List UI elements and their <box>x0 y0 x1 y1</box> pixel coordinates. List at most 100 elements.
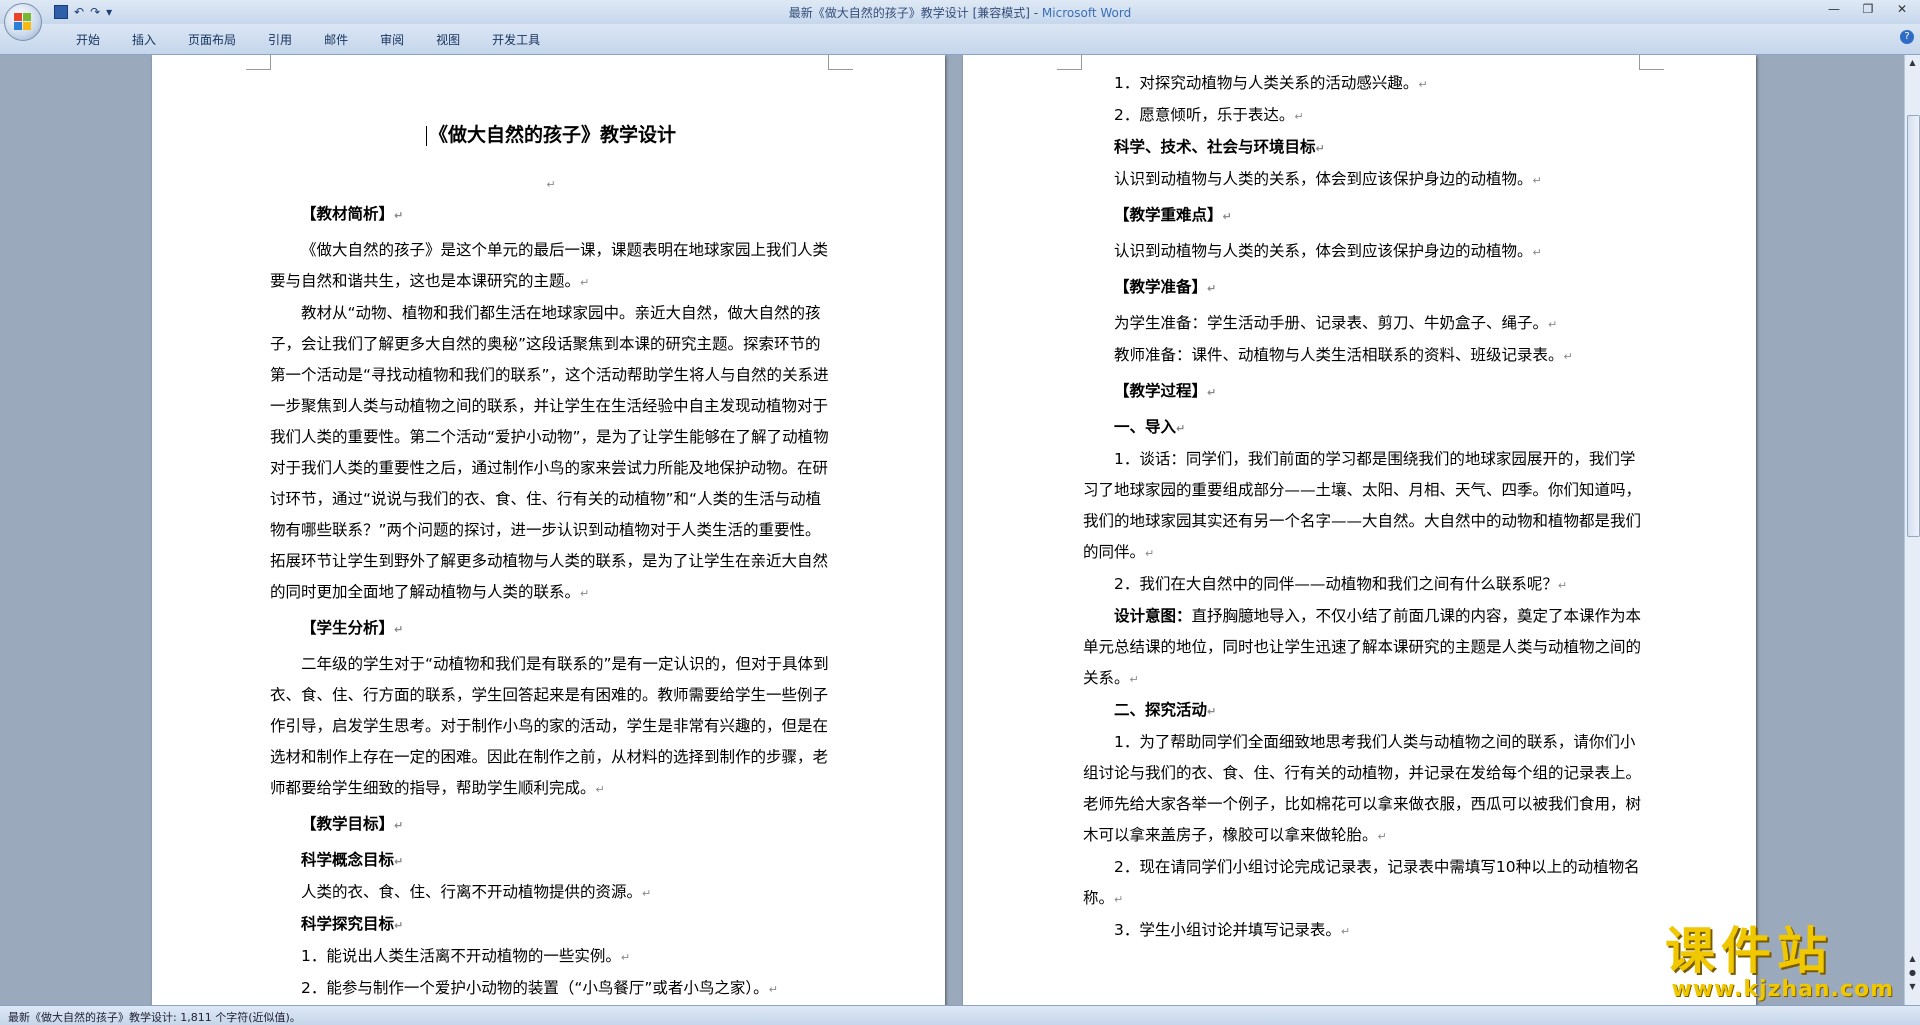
paragraph-text: 二、探究活动 <box>1114 701 1208 719</box>
paragraph-text: 认识到动植物与人类的关系，体会到应该保护身边的动植物。 <box>1114 242 1533 260</box>
paragraph-mark: ↵ <box>1207 386 1217 399</box>
office-button[interactable] <box>4 3 42 41</box>
paragraph: 1．谈话：同学们，我们前面的学习都是围绕我们的地球家园展开的，我们学习了地球家园… <box>1083 444 1645 569</box>
paragraph-text: 2．现在请同学们小组讨论完成记录表，记录表中需填写10种以上的动植物名称。 <box>1083 858 1640 907</box>
subsection-heading: 科学探究目标↵ <box>270 909 832 941</box>
scroll-thumb[interactable] <box>1907 115 1920 537</box>
paragraph-mark: ↵ <box>546 178 556 191</box>
paragraph-text: 人类的衣、食、住、行离不开动植物提供的资源。 <box>301 883 643 901</box>
paragraph: 为学生准备：学生活动手册、记录表、剪刀、牛奶盒子、绳子。↵ <box>1083 308 1645 340</box>
ribbon-tab[interactable]: 开发工具 <box>476 31 556 48</box>
paragraph: 2．愿意倾听，乐于表达。↵ <box>1083 100 1645 132</box>
paragraph-mark: ↵ <box>1557 579 1568 592</box>
paragraph: 教师准备：课件、动植物与人类生活相联系的资料、班级记录表。↵ <box>1083 340 1645 372</box>
ribbon-tabs: 开始 插入 页面布局 引用 邮件 审阅 视图 开发工具 <box>60 31 556 48</box>
blank-paragraph: ↵ <box>270 171 832 195</box>
vertical-scrollbar[interactable]: ▲ ▲ ● ▼ <box>1904 55 1920 1005</box>
ribbon-tab[interactable]: 邮件 <box>308 31 364 48</box>
paragraph-mark: ↵ <box>1563 350 1573 363</box>
ribbon-tab-bar: 开始 插入 页面布局 引用 邮件 审阅 视图 开发工具 ? <box>0 24 1920 55</box>
watermark-url: www.kjzhan.com <box>1671 977 1894 1002</box>
window-title-doc: 最新《做大自然的孩子》教学设计 [兼容模式] - <box>788 6 1042 20</box>
restore-button[interactable]: ❐ <box>1858 2 1878 16</box>
document-page-1[interactable]: 《做大自然的孩子》教学设计 ↵ 【教材简析】↵ 《做大自然的孩子》是这个单元的最后… <box>152 55 945 1005</box>
paragraph-mark: ↵ <box>394 855 404 868</box>
paragraph-mark: ↵ <box>1222 210 1232 223</box>
paragraph-text: 科学概念目标 <box>301 851 395 869</box>
document-title: 《做大自然的孩子》教学设计 <box>270 120 832 151</box>
window-controls: — ❐ ✕ <box>1824 2 1912 16</box>
design-intent-label: 设计意图： <box>1114 607 1192 625</box>
crop-mark <box>246 55 271 70</box>
section-heading: 【教学重难点】↵ <box>1083 200 1645 232</box>
paragraph-mark: ↵ <box>1114 893 1124 906</box>
paragraph: 2．能参与制作一个爱护小动物的装置（“小鸟餐厅”或者小鸟之家）。↵ <box>270 973 832 1005</box>
paragraph-text: 科学探究目标 <box>301 915 395 933</box>
close-button[interactable]: ✕ <box>1892 2 1912 16</box>
paragraph-mark: ↵ <box>580 587 590 600</box>
paragraph-text: 【教材简析】 <box>301 205 395 223</box>
status-bar: 最新《做大自然的孩子》教学设计: 1,811 个字符(近似值)。 <box>0 1006 1920 1025</box>
document-title-text: 《做大自然的孩子》教学设计 <box>428 124 676 146</box>
paragraph-mark: ↵ <box>1294 110 1304 123</box>
paragraph-text: 1．对探究动植物与人类关系的活动感兴趣。 <box>1114 74 1419 92</box>
paragraph: 《做大自然的孩子》是这个单元的最后一课，课题表明在地球家园上我们人类要与自然和谐… <box>270 235 832 298</box>
scroll-up-button[interactable]: ▲ <box>1907 57 1918 69</box>
paragraph-text: 教材从“动物、植物和我们都生活在地球家园中。亲近大自然，做大自然的孩子，会让我们… <box>270 304 829 601</box>
page-1-text: 《做大自然的孩子》教学设计 ↵ 【教材简析】↵ 《做大自然的孩子》是这个单元的最后… <box>270 110 832 1005</box>
paragraph-text: 【学生分析】 <box>301 619 395 637</box>
paragraph-mark: ↵ <box>1377 830 1387 843</box>
subsection-heading: 一、导入↵ <box>1083 412 1645 444</box>
paragraph-mark: ↵ <box>394 623 404 636</box>
section-heading: 【学生分析】↵ <box>270 613 832 645</box>
paragraph-mark: ↵ <box>1548 318 1558 331</box>
status-text: 最新《做大自然的孩子》教学设计: 1,811 个字符(近似值)。 <box>8 1011 301 1024</box>
paragraph-mark: ↵ <box>580 276 590 289</box>
section-heading: 【教学准备】↵ <box>1083 272 1645 304</box>
crop-mark <box>1057 55 1082 70</box>
paragraph-mark: ↵ <box>1129 673 1139 686</box>
paragraph-text: 1．能说出人类生活离不开动植物的一些实例。 <box>301 947 621 965</box>
paragraph: 2．我们在大自然中的同伴——动植物和我们之间有什么联系呢？↵ <box>1083 569 1645 601</box>
page-1-body: 【教材简析】↵ 《做大自然的孩子》是这个单元的最后一课，课题表明在地球家园上我们人… <box>270 199 832 1005</box>
ribbon-tab[interactable]: 审阅 <box>364 31 420 48</box>
ribbon-tab[interactable]: 页面布局 <box>172 31 252 48</box>
page-2-body: 1．对探究动植物与人类关系的活动感兴趣。↵ 2．愿意倾听，乐于表达。↵ 科学、技术、… <box>1083 68 1645 947</box>
minimize-button[interactable]: — <box>1824 2 1844 16</box>
help-icon[interactable]: ? <box>1900 30 1914 44</box>
paragraph: 1．能说出人类生活离不开动植物的一些实例。↵ <box>270 941 832 973</box>
subsection-heading: 科学概念目标↵ <box>270 845 832 877</box>
ribbon-tab[interactable]: 插入 <box>116 31 172 48</box>
document-page-2[interactable]: 1．对探究动植物与人类关系的活动感兴趣。↵ 2．愿意倾听，乐于表达。↵ 科学、技术、… <box>963 55 1756 1005</box>
crop-mark <box>828 55 853 70</box>
paragraph: 人类的衣、食、住、行离不开动植物提供的资源。↵ <box>270 877 832 909</box>
paragraph: 2．现在请同学们小组讨论完成记录表，记录表中需填写10种以上的动植物名称。↵ <box>1083 852 1645 915</box>
paragraph-text: 【教学过程】 <box>1114 382 1208 400</box>
paragraph-mark: ↵ <box>620 951 631 964</box>
paragraph: 设计意图：直抒胸臆地导入，不仅小结了前面几课的内容，奠定了本课作为本单元总结课的… <box>1083 601 1645 695</box>
text-cursor <box>425 125 427 146</box>
page-2-text: 1．对探究动植物与人类关系的活动感兴趣。↵ 2．愿意倾听，乐于表达。↵ 科学、技术、… <box>1083 68 1645 947</box>
paragraph-mark: ↵ <box>768 983 778 996</box>
paragraph: 认识到动植物与人类的关系，体会到应该保护身边的动植物。↵ <box>1083 164 1645 196</box>
watermark-logo: 课件站 www.kjzhan.com <box>1665 925 1910 1002</box>
paragraph-mark: ↵ <box>1176 422 1186 435</box>
ribbon-tab[interactable]: 引用 <box>252 31 308 48</box>
ribbon-tab[interactable]: 视图 <box>420 31 476 48</box>
section-heading: 【教学过程】↵ <box>1083 376 1645 408</box>
paragraph-mark: ↵ <box>1532 246 1542 259</box>
paragraph-text: 1．为了帮助同学们全面细致地思考我们人类与动植物之间的联系，请你们小组讨论与我们… <box>1083 733 1642 844</box>
paragraph: 1．对探究动植物与人类关系的活动感兴趣。↵ <box>1083 68 1645 100</box>
paragraph-mark: ↵ <box>595 783 605 796</box>
paragraph-text: 科学、技术、社会与环境目标 <box>1114 138 1316 156</box>
paragraph-text: 2．愿意倾听，乐于表达。 <box>1114 106 1295 124</box>
subsection-heading: 二、探究活动↵ <box>1083 695 1645 727</box>
paragraph-text: 一、导入 <box>1114 418 1177 436</box>
window-title-app: Microsoft Word <box>1041 6 1132 20</box>
ribbon-tab[interactable]: 开始 <box>60 31 116 48</box>
title-bar: ↶ ↷ ▾ 最新《做大自然的孩子》教学设计 [兼容模式] - Microsoft… <box>0 0 1920 24</box>
paragraph-text: 2．能参与制作一个爱护小动物的装置（“小鸟餐厅”或者小鸟之家）。 <box>301 979 769 997</box>
paragraph-text: 【教学重难点】 <box>1114 206 1223 224</box>
paragraph-text: 认识到动植物与人类的关系，体会到应该保护身边的动植物。 <box>1114 170 1533 188</box>
section-heading: 【教学目标】↵ <box>270 809 832 841</box>
